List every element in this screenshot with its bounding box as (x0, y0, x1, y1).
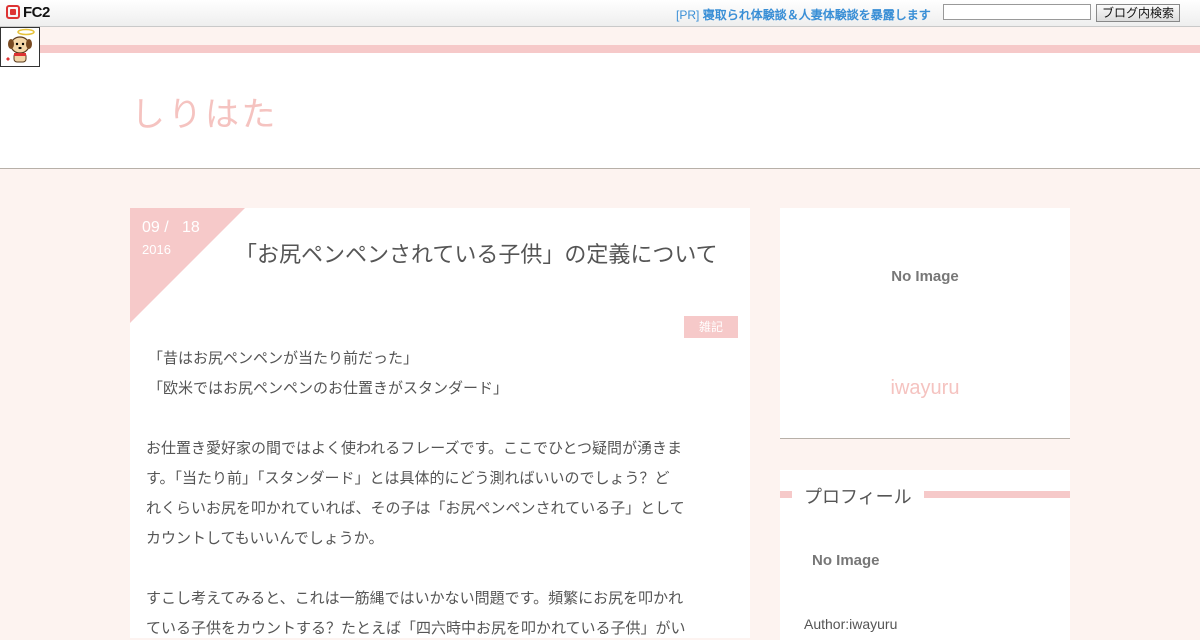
profile-title: プロフィール (804, 483, 912, 509)
body-line: 「昔はお尻ペンペンが当たり前だった」 (148, 349, 419, 367)
body-line: す。「当たり前」「スタンダード」とは具体的にどう測ればいいのでしょう？ど (146, 469, 670, 487)
pr-ad-link[interactable]: [PR] 寝取られ体験談＆人妻体験談を暴露します (676, 6, 931, 23)
profile-widget: プロフィール No Image Author:iwayuru (780, 470, 1070, 640)
fc2-logo-icon (6, 5, 20, 19)
article-body: 「昔はお尻ペンペンが当たり前だった」 「欧米ではお尻ペンペンのお仕置きがスタンダ… (146, 343, 736, 638)
profile-no-image-placeholder: No Image (812, 552, 880, 569)
post-date-month-day: 09 / 18 (142, 219, 200, 236)
body-spacer (146, 553, 736, 583)
sidebar-author-card: No Image iwayuru (780, 208, 1070, 439)
sidebar-author-name[interactable]: iwayuru (780, 377, 1070, 400)
pr-prefix: [PR] (676, 8, 700, 22)
fc2-logo-text: FC2 (23, 4, 50, 21)
mascot-dog-icon[interactable] (0, 27, 40, 67)
profile-title-rule-right (924, 491, 1070, 498)
fc2-logo[interactable]: FC2 (6, 4, 50, 21)
profile-title-rule-left (780, 491, 792, 498)
header-top-band (0, 27, 1200, 45)
fc2-toolbar: FC2 [PR] 寝取られ体験談＆人妻体験談を暴露します ブログ内検索 (0, 0, 1200, 27)
article-title[interactable]: 「お尻ペンペンされている子供」の定義について (235, 240, 735, 271)
blog-search-button[interactable]: ブログ内検索 (1096, 4, 1180, 22)
body-spacer (146, 403, 736, 433)
pr-ad-text: 寝取られ体験談＆人妻体験談を暴露します (702, 8, 931, 22)
body-line: カウントしてもいいんでしょうか。 (146, 529, 384, 547)
blog-search-input[interactable] (943, 4, 1091, 20)
site-title[interactable]: しりはた (131, 87, 278, 136)
body-line: 「欧米ではお尻ペンペンのお仕置きがスタンダード」 (148, 379, 509, 397)
header-accent-stripe (0, 45, 1200, 53)
body-line: ている子供をカウントする？たとえば「四六時中お尻を叩かれている子供」がい (146, 619, 686, 637)
post-date-year: 2016 (142, 242, 171, 257)
body-line: すこし考えてみると、これは一筋縄ではいかない問題です。頻繁にお尻を叩かれ (146, 589, 684, 607)
category-tag[interactable]: 雑記 (684, 316, 738, 338)
body-line: お仕置き愛好家の間ではよく使われるフレーズです。ここでひとつ疑問が湧きま (146, 439, 682, 457)
article-card: 09 / 18 2016 「お尻ペンペンされている子供」の定義について 雑記 「… (130, 208, 750, 638)
no-image-placeholder: No Image (891, 268, 959, 285)
body-line: れくらいお尻を叩かれていれば、その子は「お尻ペンペンされている子」として (146, 499, 685, 517)
blog-header: しりはた (0, 27, 1200, 169)
